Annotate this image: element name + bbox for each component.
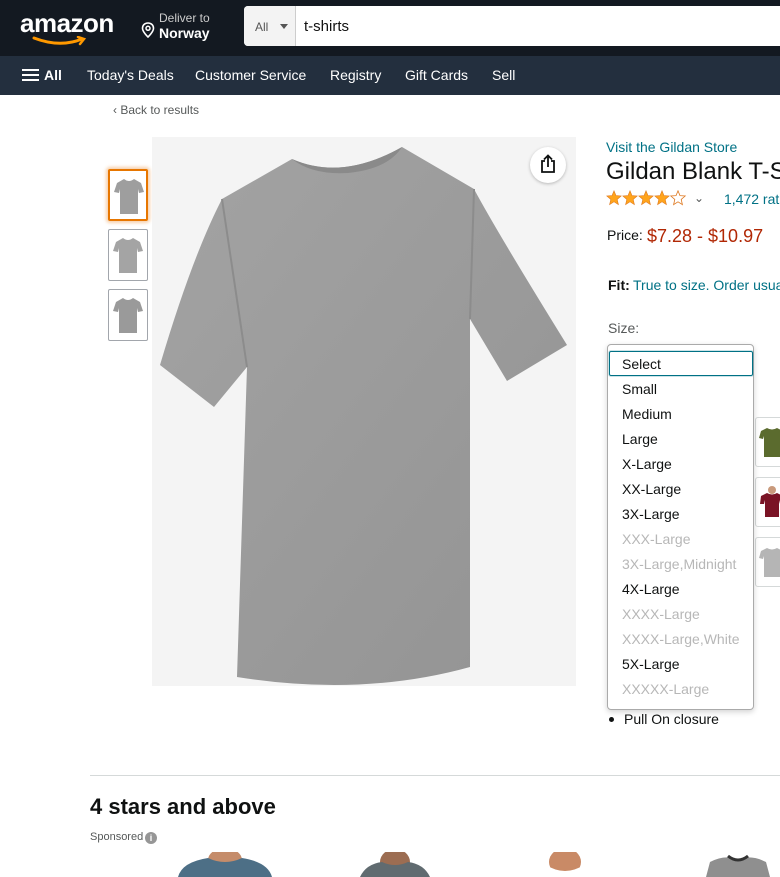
size-option-xxxxx-large: XXXXX-Large (622, 681, 710, 697)
search-input[interactable] (296, 6, 780, 46)
share-icon (541, 154, 555, 173)
sponsored-product-image-3[interactable] (538, 852, 592, 877)
size-option-4x-large[interactable]: 4X-Large (622, 581, 680, 597)
location-pin-icon (141, 22, 155, 38)
nav-registry[interactable]: Registry (330, 67, 381, 83)
recommendations-title: 4 stars and above (90, 794, 276, 819)
hamburger-menu-icon[interactable] (22, 69, 39, 82)
size-option-large[interactable]: Large (622, 431, 658, 447)
rating-stars-icon[interactable] (606, 190, 688, 206)
size-option-medium[interactable]: Medium (622, 406, 672, 422)
size-dropdown[interactable]: Select Small Medium Large X-Large XX-Lar… (607, 344, 754, 710)
size-option-xxxx-large-white: XXXX-Large,White (622, 631, 740, 647)
sub-nav: All Today's Deals Customer Service Regis… (0, 56, 780, 95)
image-thumbnail-1[interactable] (108, 169, 148, 221)
nav-all[interactable]: All (44, 67, 62, 83)
sponsored-label: Sponsored (90, 831, 144, 843)
sponsored-product-image-1[interactable] (172, 852, 278, 877)
color-swatch-maroon[interactable] (755, 477, 780, 527)
store-link[interactable]: Visit the Gildan Store (606, 139, 737, 155)
nav-sell[interactable]: Sell (492, 67, 515, 83)
nav-gift-cards[interactable]: Gift Cards (405, 67, 468, 83)
size-option-5x-large[interactable]: 5X-Large (622, 656, 680, 672)
section-divider (90, 775, 780, 776)
deliver-label: Deliver to (159, 11, 210, 25)
info-icon[interactable]: i (145, 832, 157, 844)
tshirt-icon (759, 428, 780, 457)
logo-smile-icon (32, 36, 87, 46)
search-bar: All (244, 6, 780, 46)
ratings-count-link[interactable]: 1,472 rat (724, 191, 779, 207)
feature-bullet-text: Pull On closure (624, 711, 719, 727)
caret-down-icon (280, 24, 288, 29)
size-option-xxx-large: XXX-Large (622, 531, 691, 547)
size-option-xxxx-large: XXXX-Large (622, 606, 700, 622)
size-label: Size: (608, 320, 640, 336)
tshirt-icon (114, 179, 144, 214)
main-product-image[interactable] (152, 137, 576, 686)
rating-chevron-down-icon[interactable]: ⌄ (694, 191, 704, 205)
share-button[interactable] (530, 147, 566, 183)
nav-customer-service[interactable]: Customer Service (195, 67, 306, 83)
size-option-small[interactable]: Small (622, 381, 657, 397)
sponsored-product-image-4[interactable] (696, 852, 780, 877)
tshirt-icon (113, 238, 143, 273)
tshirt-icon (113, 298, 143, 333)
size-option-xx-large[interactable]: XX-Large (622, 481, 681, 497)
image-thumbnail-3[interactable] (108, 289, 148, 341)
fit-label: Fit: (608, 277, 630, 293)
product-title: Gildan Blank T-S (606, 158, 780, 185)
fit-text-link[interactable]: True to size. Order usua (633, 277, 780, 293)
search-category-select[interactable]: All (244, 6, 296, 46)
size-option-select[interactable]: Select (622, 356, 661, 372)
tshirt-image (160, 147, 567, 685)
tshirt-icon (759, 548, 780, 577)
search-category-label: All (255, 20, 269, 34)
sponsored-product-image-2[interactable] (360, 852, 430, 877)
color-swatch-olive[interactable] (755, 417, 780, 467)
back-to-results-link[interactable]: ‹ Back to results (113, 103, 199, 117)
bullet-dot (609, 717, 614, 722)
size-option-x-large[interactable]: X-Large (622, 456, 672, 472)
tshirt-icon (760, 486, 780, 517)
top-nav: amazon Deliver to Norway All (0, 0, 780, 56)
price-range: $7.28 - $10.97 (647, 226, 764, 246)
color-swatch-gray[interactable] (755, 537, 780, 587)
price-label: Price: (607, 227, 643, 243)
size-option-3x-large-midnight: 3X-Large,Midnight (622, 556, 737, 572)
amazon-logo[interactable]: amazon (20, 8, 114, 39)
deliver-location: Norway (159, 25, 210, 41)
nav-todays-deals[interactable]: Today's Deals (87, 67, 174, 83)
size-option-3x-large[interactable]: 3X-Large (622, 506, 680, 522)
image-thumbnail-2[interactable] (108, 229, 148, 281)
